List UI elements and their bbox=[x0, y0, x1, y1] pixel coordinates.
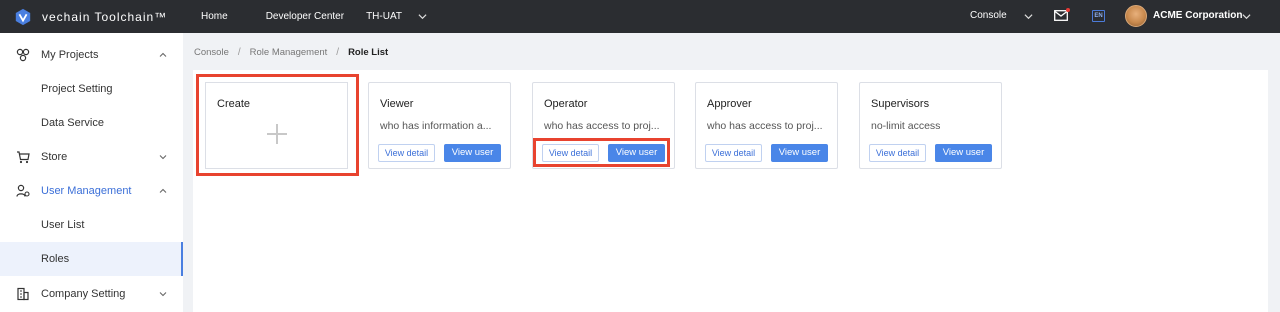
breadcrumb-separator: / bbox=[237, 47, 241, 58]
sidebar-item-company-setting[interactable]: Company Setting bbox=[0, 277, 183, 311]
top-bar: vechain Toolchain™ Home Developer Center… bbox=[0, 0, 1280, 33]
breadcrumb-console[interactable]: Console bbox=[194, 47, 229, 58]
notification-dot bbox=[1066, 8, 1070, 12]
role-title: Supervisors bbox=[871, 98, 930, 110]
role-title: Viewer bbox=[380, 98, 414, 110]
organization-name[interactable]: ACME Corporation bbox=[1153, 10, 1242, 21]
console-menu[interactable]: Console bbox=[970, 10, 1007, 21]
chevron-up-icon bbox=[159, 188, 167, 193]
sidebar-item-roles[interactable]: Roles bbox=[0, 242, 183, 276]
highlight-box bbox=[533, 138, 670, 167]
sidebar-item-label: Store bbox=[41, 151, 68, 163]
view-user-button[interactable]: View user bbox=[444, 144, 501, 162]
environment-select[interactable]: TH-UAT bbox=[366, 11, 402, 22]
role-description: no-limit access bbox=[871, 120, 941, 132]
projects-icon bbox=[16, 48, 30, 62]
sidebar-item-store[interactable]: Store bbox=[0, 140, 183, 174]
user-management-icon bbox=[16, 184, 30, 197]
role-title: Approver bbox=[707, 98, 752, 110]
sidebar-item-my-projects[interactable]: My Projects bbox=[0, 38, 183, 72]
sidebar-item-data-service[interactable]: Data Service bbox=[0, 106, 183, 140]
chevron-down-icon[interactable] bbox=[1024, 12, 1033, 21]
role-card-approver: Approver who has access to proj... View … bbox=[695, 82, 838, 169]
nav-home[interactable]: Home bbox=[201, 11, 228, 22]
sidebar-item-label: User Management bbox=[41, 185, 132, 197]
sidebar-item-project-setting[interactable]: Project Setting bbox=[0, 72, 183, 106]
logo[interactable]: vechain Toolchain™ bbox=[14, 8, 186, 26]
breadcrumb-current: Role List bbox=[348, 47, 389, 58]
building-icon bbox=[17, 287, 29, 301]
sidebar-item-label: User List bbox=[41, 219, 85, 231]
chevron-down-icon[interactable] bbox=[418, 12, 427, 21]
role-card-supervisors: Supervisors no-limit access View detail … bbox=[859, 82, 1002, 169]
sidebar: My Projects Project Setting Data Service… bbox=[0, 33, 183, 312]
chevron-down-icon bbox=[159, 155, 167, 160]
role-description: who has access to proj... bbox=[707, 120, 823, 132]
highlight-box bbox=[196, 74, 359, 176]
chevron-down-icon bbox=[159, 292, 167, 297]
view-user-button[interactable]: View user bbox=[771, 144, 828, 162]
breadcrumb-role-management[interactable]: Role Management bbox=[250, 47, 328, 58]
sidebar-item-label: Project Setting bbox=[41, 83, 113, 95]
breadcrumb: Console / Role Management / Role List bbox=[194, 47, 388, 58]
sidebar-item-user-list[interactable]: User List bbox=[0, 208, 183, 242]
vechain-logo-icon bbox=[15, 8, 31, 25]
sidebar-item-label: My Projects bbox=[41, 49, 99, 61]
role-description: who has information a... bbox=[380, 120, 492, 132]
view-detail-button[interactable]: View detail bbox=[378, 144, 435, 162]
view-detail-button[interactable]: View detail bbox=[705, 144, 762, 162]
cart-icon bbox=[17, 151, 30, 164]
role-description: who has access to proj... bbox=[544, 120, 660, 132]
breadcrumb-separator: / bbox=[336, 47, 340, 58]
view-detail-button[interactable]: View detail bbox=[869, 144, 926, 162]
role-card-viewer: Viewer who has information a... View det… bbox=[368, 82, 511, 169]
nav-developer-center[interactable]: Developer Center bbox=[266, 11, 344, 22]
avatar[interactable] bbox=[1125, 5, 1147, 27]
language-icon[interactable]: EN bbox=[1092, 10, 1105, 22]
sidebar-item-label: Data Service bbox=[41, 117, 104, 129]
logo-text: vechain Toolchain™ bbox=[42, 9, 168, 24]
role-title: Operator bbox=[544, 98, 588, 110]
sidebar-item-label: Company Setting bbox=[41, 288, 126, 300]
sidebar-item-label: Roles bbox=[41, 253, 70, 265]
top-nav: Home Developer Center TH-UAT bbox=[186, 0, 427, 33]
view-user-button[interactable]: View user bbox=[935, 144, 992, 162]
chevron-down-icon[interactable] bbox=[1242, 12, 1251, 21]
chevron-up-icon bbox=[159, 52, 167, 57]
sidebar-item-user-management[interactable]: User Management bbox=[0, 174, 183, 208]
